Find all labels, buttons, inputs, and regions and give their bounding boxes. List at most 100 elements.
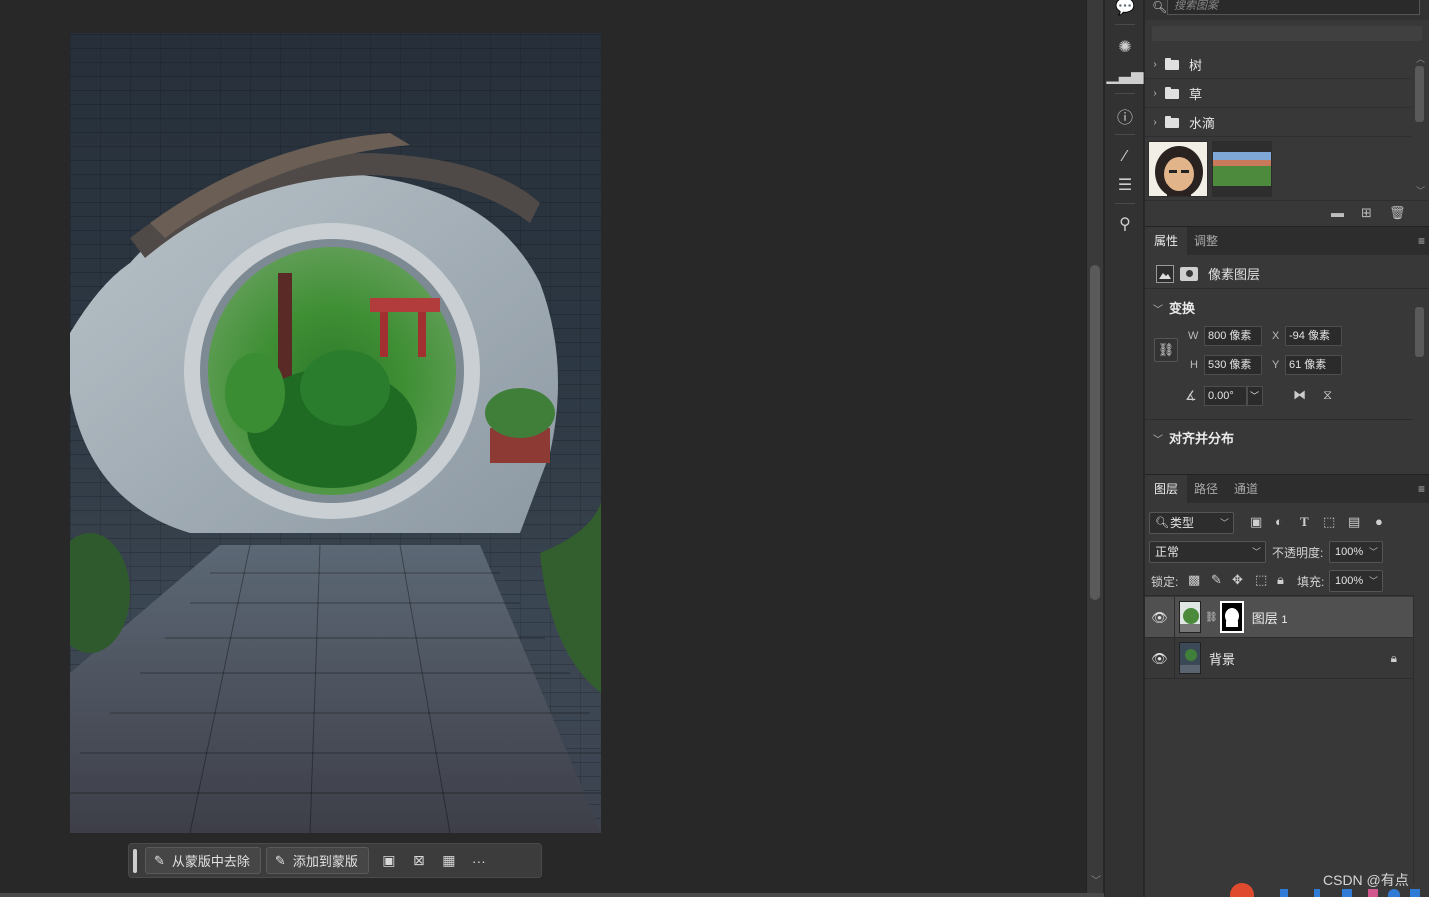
add-to-mask-button[interactable]: ✎ 添加到蒙版 bbox=[265, 847, 369, 874]
flip-horizontal-icon[interactable]: ⧓ bbox=[1293, 387, 1306, 403]
layer-mask-thumbnail[interactable] bbox=[1219, 601, 1244, 633]
layers-scrollbar[interactable] bbox=[1413, 595, 1429, 885]
opacity-field[interactable]: 100% ﹀ bbox=[1329, 541, 1383, 563]
transform-section-header[interactable]: ﹀ 变换 bbox=[1153, 298, 1195, 317]
scrollbar-thumb[interactable] bbox=[1415, 66, 1424, 122]
lock-transparent-icon[interactable]: ▩ bbox=[1188, 572, 1200, 588]
layer-name[interactable]: 背景 bbox=[1209, 649, 1235, 668]
remove-from-mask-label: 从蒙版中去除 bbox=[171, 854, 250, 869]
patterns-scrollbar[interactable]: ︿ ﹀ bbox=[1413, 52, 1427, 198]
visibility-eye-icon[interactable]: 👁︎ bbox=[1145, 596, 1175, 638]
new-pattern-icon[interactable]: ⊞ bbox=[1361, 205, 1372, 221]
layer-mask-icon[interactable] bbox=[1180, 266, 1198, 281]
clone-source-icon[interactable]: ⚲ bbox=[1105, 211, 1145, 237]
pixel-layer-icon[interactable] bbox=[1156, 264, 1174, 283]
lock-label: 锁定: bbox=[1151, 575, 1179, 589]
patterns-footer: ▬ ⊞ 🗑︎ bbox=[1145, 200, 1429, 226]
filter-adjustment-icon[interactable]: ◐ bbox=[1275, 514, 1283, 529]
flip-vertical-icon[interactable]: ⧖ bbox=[1323, 387, 1332, 403]
histogram-icon[interactable]: ▁▃▅ bbox=[1105, 62, 1145, 88]
mask-link-icon[interactable]: ⛓ bbox=[1205, 612, 1218, 623]
pattern-folder-grass[interactable]: › 草 bbox=[1145, 80, 1411, 108]
info-icon[interactable]: ⓘ bbox=[1105, 103, 1145, 129]
layer-row-background[interactable]: 👁︎ 背景 🔒︎ bbox=[1145, 637, 1413, 679]
brush-settings-icon[interactable]: ⁄ bbox=[1105, 144, 1145, 170]
chevron-right-icon[interactable]: › bbox=[1145, 88, 1165, 99]
height-label: H bbox=[1190, 359, 1198, 371]
folder-icon bbox=[1165, 57, 1179, 70]
task-bar-grip[interactable] bbox=[133, 848, 137, 873]
filter-smart-object-icon[interactable]: ▤ bbox=[1348, 514, 1360, 530]
chevron-down-icon: ﹀ bbox=[1153, 305, 1163, 316]
tab-layers[interactable]: 图层 bbox=[1145, 475, 1188, 504]
tab-paths[interactable]: 路径 bbox=[1185, 475, 1227, 504]
document-canvas[interactable] bbox=[70, 33, 601, 833]
filter-type-icon[interactable]: T bbox=[1300, 514, 1309, 530]
patterns-search-input[interactable]: 搜索图案 bbox=[1167, 0, 1420, 15]
comments-icon[interactable]: 💬 bbox=[1105, 0, 1145, 20]
width-label: W bbox=[1188, 330, 1199, 342]
pattern-swatch-portrait[interactable] bbox=[1148, 141, 1208, 197]
scroll-down-icon[interactable]: ﹀ bbox=[1091, 872, 1101, 887]
pattern-swatch-landscape[interactable] bbox=[1212, 141, 1272, 197]
disable-mask-icon[interactable]: ⊠ bbox=[404, 847, 434, 874]
tab-channels[interactable]: 通道 bbox=[1225, 475, 1267, 504]
search-icon: 🔍︎ bbox=[1152, 0, 1168, 14]
link-dimensions-icon[interactable]: ⛓ bbox=[1154, 338, 1178, 362]
contextual-task-bar: ✎ 从蒙版中去除 ✎ 添加到蒙版 ▣ ⊠ ▦ ··· bbox=[128, 843, 542, 878]
y-field[interactable]: 61 像素 bbox=[1285, 355, 1342, 375]
pattern-folder-water[interactable]: › 水滴 bbox=[1145, 109, 1411, 137]
chevron-down-icon: ﹀ bbox=[1219, 518, 1229, 528]
chevron-right-icon[interactable]: › bbox=[1145, 59, 1165, 70]
filter-kind-label: 类型 bbox=[1170, 516, 1195, 530]
lock-all-icon[interactable]: 🔒︎ bbox=[1277, 572, 1284, 588]
scrollbar-thumb[interactable] bbox=[1090, 265, 1100, 600]
filter-toggle-icon[interactable]: ● bbox=[1375, 514, 1383, 529]
height-field[interactable]: 530 像素 bbox=[1204, 355, 1262, 375]
new-group-folder-icon[interactable]: ▬ bbox=[1331, 205, 1344, 220]
filter-pixel-icon[interactable]: ▣ bbox=[1250, 514, 1262, 530]
angle-field[interactable]: 0.00° bbox=[1204, 386, 1247, 406]
pattern-folder-tree[interactable]: › 树 bbox=[1145, 51, 1411, 79]
adjustment-sliders-icon[interactable]: ☰ bbox=[1105, 172, 1145, 198]
canvas-vertical-scrollbar[interactable]: ﹀ bbox=[1086, 0, 1103, 893]
scroll-up-icon[interactable]: ︿ bbox=[1416, 52, 1425, 65]
remove-from-mask-button[interactable]: ✎ 从蒙版中去除 bbox=[145, 847, 261, 874]
canvas-horizontal-scrollbar[interactable] bbox=[0, 893, 1104, 897]
navigator-icon[interactable]: ✺ bbox=[1105, 34, 1145, 60]
mask-options-icon[interactable]: ▣ bbox=[374, 847, 404, 874]
scrollbar-thumb[interactable] bbox=[1415, 307, 1424, 357]
panel-menu-icon[interactable]: ≡ bbox=[1418, 234, 1425, 248]
filter-shape-icon[interactable]: ⬚ bbox=[1323, 514, 1335, 530]
layer-thumbnail[interactable] bbox=[1179, 642, 1201, 674]
search-icon: 🔍︎ bbox=[1155, 517, 1169, 529]
lock-icon[interactable]: 🔒︎ bbox=[1391, 651, 1397, 666]
pattern-swatches bbox=[1148, 141, 1272, 199]
layer-row-layer-1[interactable]: 👁︎ ⛓ 图层 1 bbox=[1145, 596, 1413, 638]
layer-thumbnail[interactable] bbox=[1179, 601, 1201, 633]
more-options-icon[interactable]: ··· bbox=[464, 847, 494, 874]
chevron-right-icon[interactable]: › bbox=[1145, 117, 1165, 128]
fill-field[interactable]: 100% ﹀ bbox=[1329, 570, 1383, 592]
scroll-down-icon[interactable]: ﹀ bbox=[1416, 184, 1425, 197]
blend-mode-label: 正常 bbox=[1155, 545, 1180, 559]
filter-kind-dropdown[interactable]: 🔍︎ 类型 ﹀ bbox=[1149, 512, 1234, 534]
visibility-eye-icon[interactable]: 👁︎ bbox=[1145, 637, 1175, 679]
x-field[interactable]: -94 像素 bbox=[1285, 326, 1342, 346]
delete-trash-icon[interactable]: 🗑︎ bbox=[1389, 205, 1406, 221]
canvas-area[interactable]: ✎ 从蒙版中去除 ✎ 添加到蒙版 ▣ ⊠ ▦ ··· bbox=[0, 0, 1086, 893]
lock-position-icon[interactable]: ✥ bbox=[1232, 572, 1243, 588]
layer-name[interactable]: 图层 1 bbox=[1252, 608, 1288, 627]
apply-mask-icon[interactable]: ▦ bbox=[434, 847, 464, 874]
lock-artboard-icon[interactable]: ⬚ bbox=[1255, 572, 1267, 588]
angle-dropdown-icon[interactable]: ﹀ bbox=[1247, 386, 1263, 406]
align-distribute-header[interactable]: ﹀ 对齐并分布 bbox=[1153, 428, 1234, 447]
fill-value: 100% bbox=[1335, 575, 1364, 587]
blend-mode-dropdown[interactable]: 正常 ﹀ bbox=[1149, 541, 1266, 563]
lock-pixels-icon[interactable]: ✎ bbox=[1211, 572, 1222, 588]
panel-menu-icon[interactable]: ≡ bbox=[1418, 482, 1425, 496]
properties-scrollbar[interactable] bbox=[1413, 293, 1427, 445]
width-field[interactable]: 800 像素 bbox=[1204, 326, 1262, 346]
tab-adjustments[interactable]: 调整 bbox=[1185, 227, 1227, 256]
tab-properties[interactable]: 属性 bbox=[1145, 227, 1188, 256]
